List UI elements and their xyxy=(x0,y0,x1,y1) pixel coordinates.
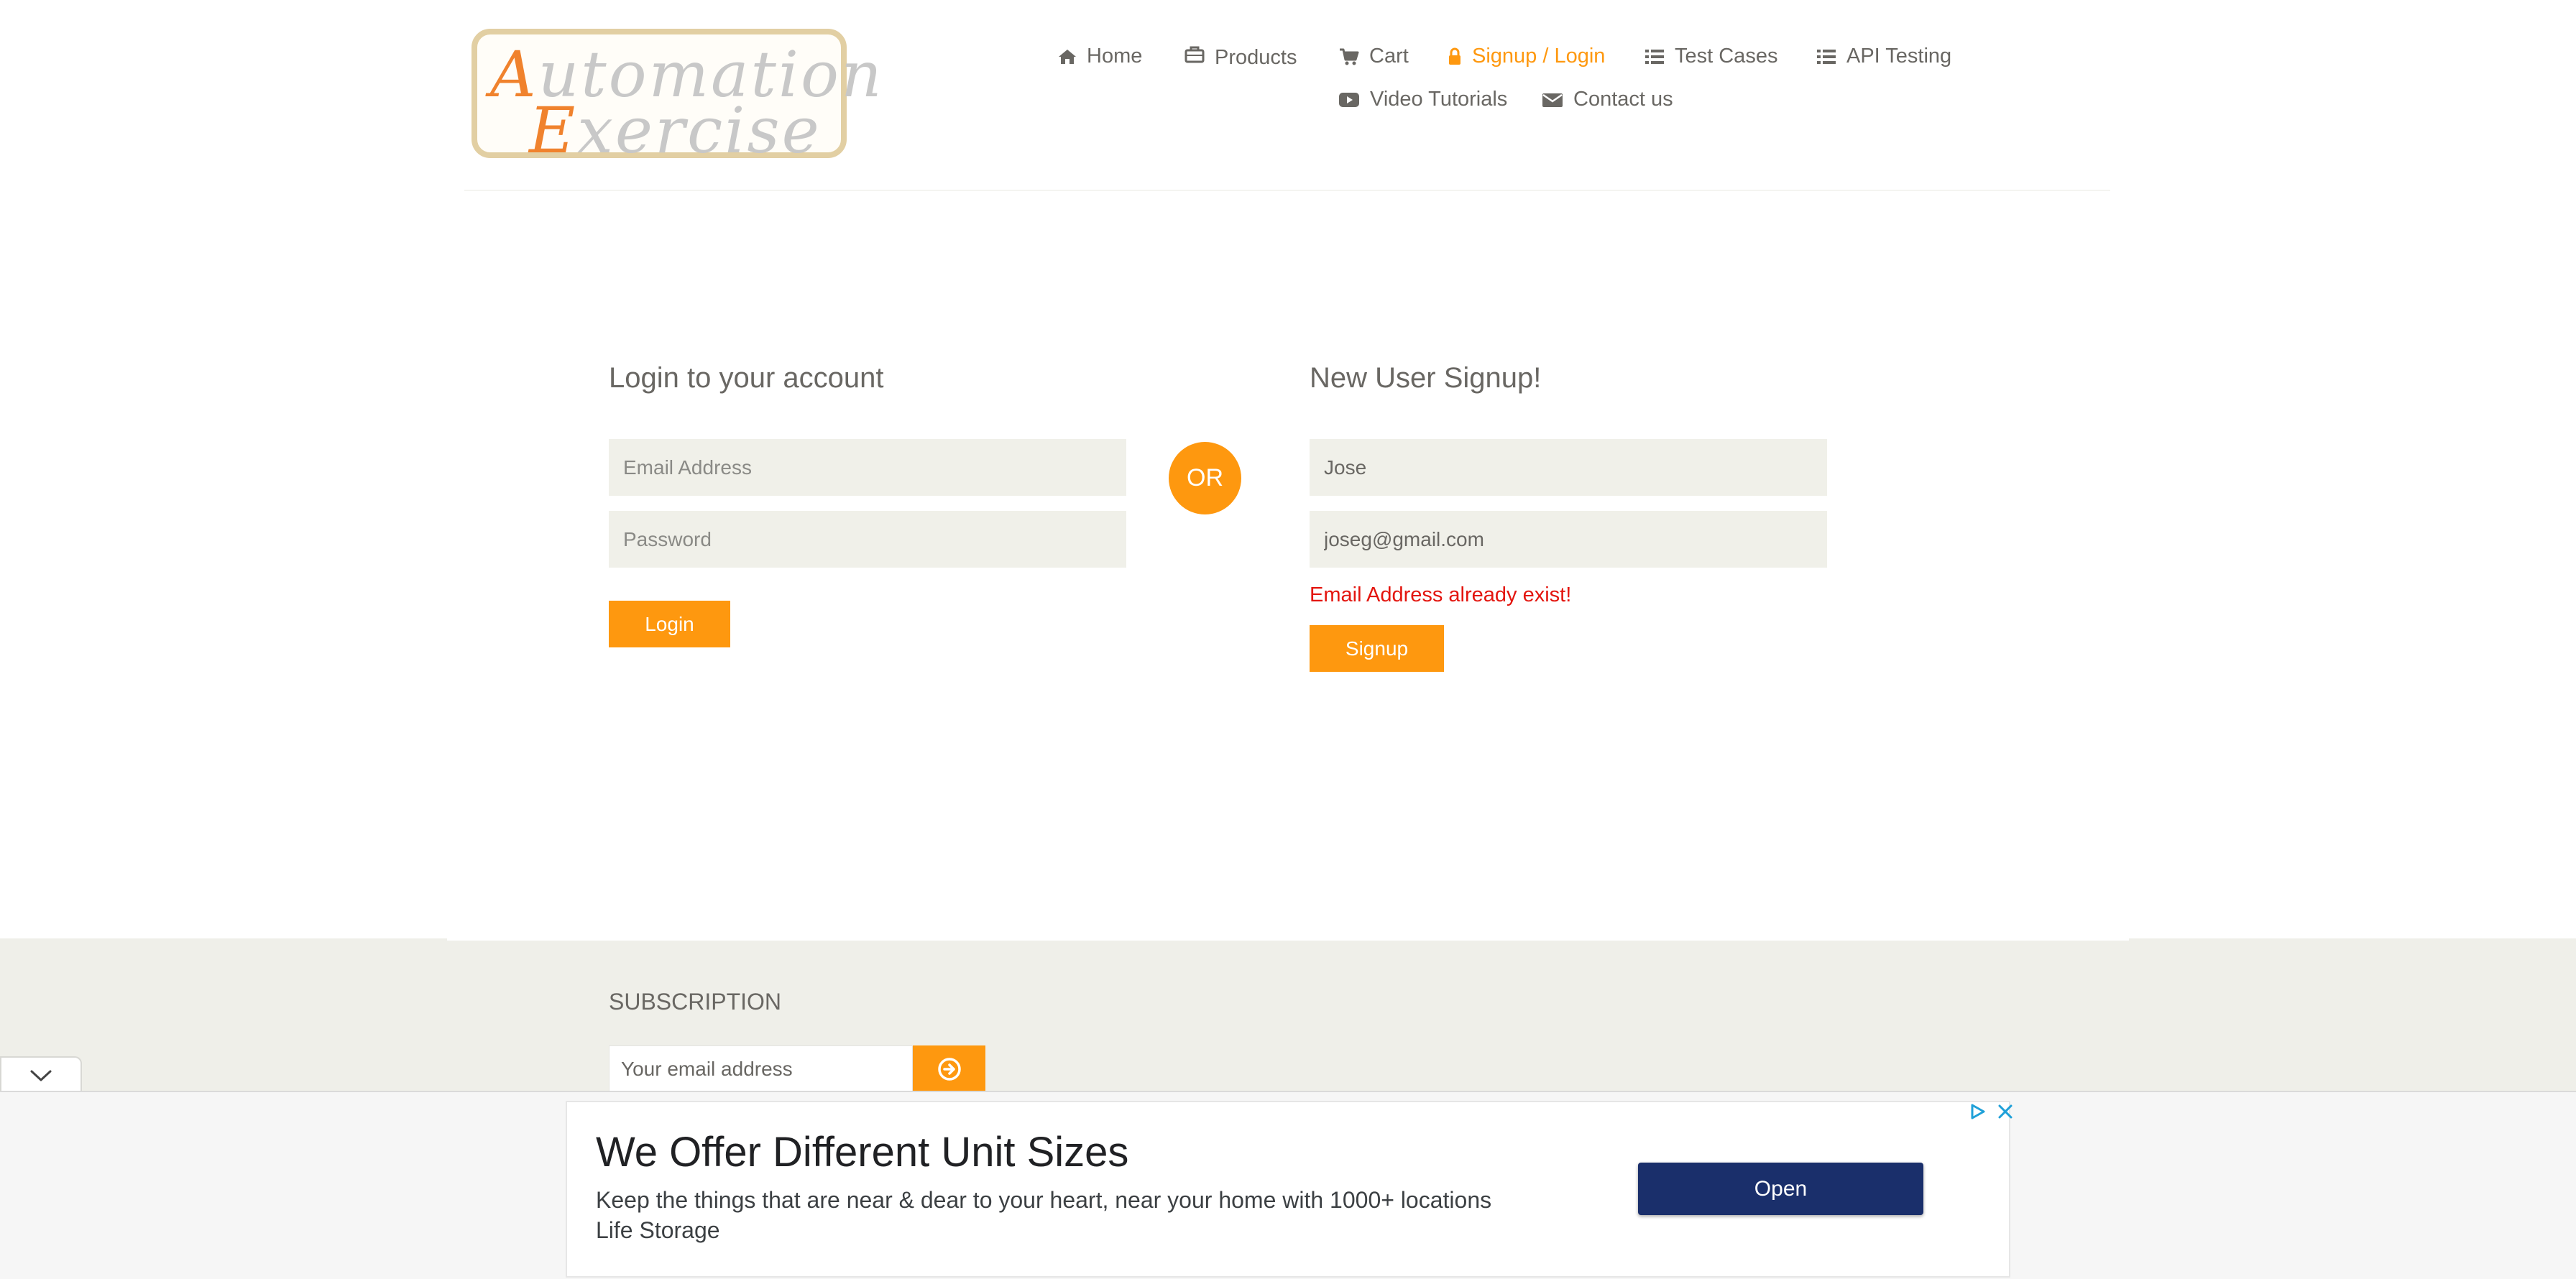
logo-line2-initial: E xyxy=(529,93,578,167)
ad-title[interactable]: We Offer Different Unit Sizes xyxy=(596,1128,1128,1176)
cart-icon xyxy=(1340,48,1359,65)
nav-signup-login[interactable]: Signup / Login xyxy=(1448,45,1605,68)
lock-icon xyxy=(1449,47,1460,65)
youtube-play-icon xyxy=(1339,92,1359,107)
subscription-email-input[interactable] xyxy=(609,1045,913,1093)
signup-error-message: Email Address already exist! xyxy=(1310,583,1572,606)
nav-products-label: Products xyxy=(1215,46,1297,69)
signup-title: New User Signup! xyxy=(1310,362,1542,394)
nav-contact-us-label: Contact us xyxy=(1573,88,1673,111)
ad-banner[interactable]: We Offer Different Unit Sizes Keep the t… xyxy=(566,1101,2012,1278)
login-email-input[interactable] xyxy=(609,439,1126,496)
ad-collapse-toggle[interactable] xyxy=(0,1056,82,1094)
logo-line2: Exercise xyxy=(529,95,822,167)
login-title: Login to your account xyxy=(609,362,884,394)
site-header: Automation Exercise Home Products Cart S… xyxy=(0,0,2576,194)
nav-home[interactable]: Home xyxy=(1058,45,1142,68)
nav-products[interactable]: Products xyxy=(1184,46,1297,70)
ad-advertiser: Life Storage xyxy=(596,1217,720,1243)
ad-choices[interactable] xyxy=(1969,1102,2015,1121)
home-icon xyxy=(1059,49,1076,64)
nav-api-testing[interactable]: API Testing xyxy=(1816,45,1951,68)
list-icon xyxy=(1817,49,1836,64)
nav-video-tutorials-label: Video Tutorials xyxy=(1370,88,1508,111)
nav-test-cases-label: Test Cases xyxy=(1675,45,1778,68)
close-icon[interactable] xyxy=(1996,1102,2015,1121)
footer-divider xyxy=(447,938,2129,941)
site-logo[interactable]: Automation Exercise xyxy=(472,29,882,167)
nav-home-label: Home xyxy=(1087,45,1143,68)
header-divider xyxy=(464,190,2110,191)
list-icon xyxy=(1645,49,1664,64)
subscription-title: SUBSCRIPTION xyxy=(609,989,782,1015)
logo-line2-rest: xercise xyxy=(577,93,822,167)
nav-api-testing-label: API Testing xyxy=(1846,45,1952,68)
nav-contact-us[interactable]: Contact us xyxy=(1542,88,1673,111)
ad-description: Keep the things that are near & dear to … xyxy=(596,1187,1492,1213)
login-password-input[interactable] xyxy=(609,511,1126,568)
signup-email-input[interactable] xyxy=(1310,511,1827,568)
adchoices-play-icon[interactable] xyxy=(1969,1102,1987,1121)
signup-name-input[interactable] xyxy=(1310,439,1827,496)
chevron-down-icon xyxy=(30,1070,52,1081)
or-separator: OR xyxy=(1169,442,1241,514)
ad-open-button[interactable]: Open xyxy=(1638,1163,1923,1215)
envelope-icon xyxy=(1542,93,1563,107)
signup-button[interactable]: Signup xyxy=(1310,625,1444,672)
login-button[interactable]: Login xyxy=(609,601,730,647)
arrow-circle-right-icon xyxy=(937,1058,961,1081)
nav-signup-login-label: Signup / Login xyxy=(1472,45,1606,68)
subscribe-button[interactable] xyxy=(913,1045,985,1093)
nav-video-tutorials[interactable]: Video Tutorials xyxy=(1338,88,1507,111)
nav-test-cases[interactable]: Test Cases xyxy=(1644,45,1777,68)
briefcase-icon xyxy=(1184,46,1205,63)
nav-cart[interactable]: Cart xyxy=(1339,45,1409,68)
nav-cart-label: Cart xyxy=(1369,45,1409,68)
